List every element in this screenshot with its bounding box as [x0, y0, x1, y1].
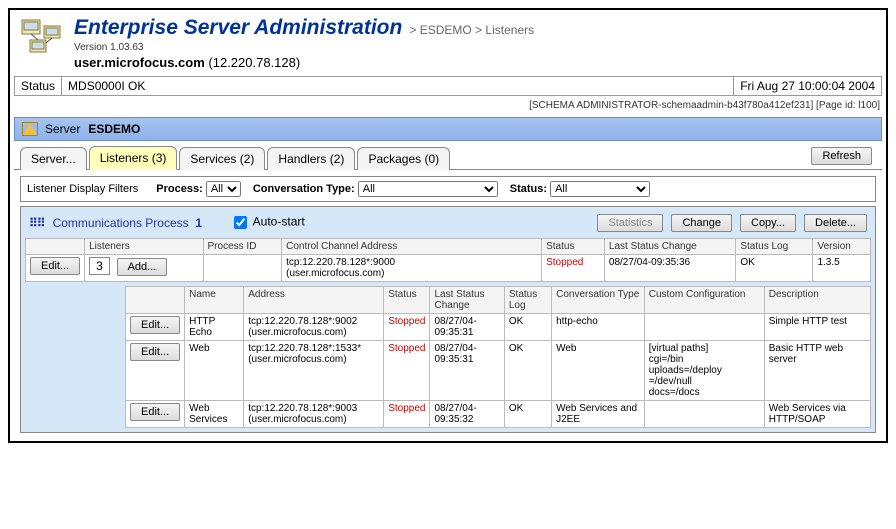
listener-slog: OK	[504, 341, 551, 401]
refresh-button[interactable]: Refresh	[811, 147, 872, 165]
warning-triangle-icon	[23, 123, 37, 135]
process-filter-select[interactable]: All	[206, 181, 241, 197]
comm-process-icon: ⠿⠿	[29, 216, 45, 230]
listener-row: Edit... Web Services tcp:12.220.78.128*:90…	[126, 401, 871, 428]
col-cca: Control Channel Address	[282, 239, 542, 255]
listener-addr1: tcp:12.220.78.128*:9003	[248, 403, 379, 414]
cca-line1: tcp:12.220.78.128*:9000	[286, 257, 537, 268]
auto-start-label: Auto-start	[253, 215, 305, 229]
page-id-info: [SCHEMA ADMINISTRATOR-schemaadmin-b43f78…	[16, 100, 880, 111]
status-filter-label: Status:	[510, 183, 547, 195]
listener-addr2: (user.microfocus.com)	[248, 354, 379, 365]
listener-name: Web Services	[185, 401, 244, 428]
listener-name: HTTP Echo	[185, 314, 244, 341]
status-value: MDS0000I OK	[62, 77, 734, 95]
icol-status: Status	[384, 287, 430, 314]
listener-addr2: (user.microfocus.com)	[248, 327, 379, 338]
listener-desc: Basic HTTP web server	[764, 341, 870, 401]
listener-name: Web	[185, 341, 244, 401]
process-filter-label: Process:	[156, 183, 202, 195]
icol-address: Address	[244, 287, 384, 314]
listener-slog: OK	[504, 314, 551, 341]
listener-status: Stopped	[388, 343, 425, 354]
host-ip: (12.220.78.128)	[208, 55, 300, 70]
version-text: Version 1.03.63	[74, 42, 534, 53]
cca-line2: (user.microfocus.com)	[286, 268, 537, 279]
edit-listener-button[interactable]: Edit...	[130, 343, 180, 361]
listener-addr1: tcp:12.220.78.128*:9002	[248, 316, 379, 327]
listener-conv: Web Services and J2EE	[552, 401, 645, 428]
col-process-id: Process ID	[203, 239, 282, 255]
col-version: Version	[813, 239, 871, 255]
comm-number: 1	[195, 216, 202, 230]
hostname: user.microfocus.com	[74, 55, 205, 70]
listener-desc: Simple HTTP test	[764, 314, 870, 341]
tab-services[interactable]: Services (2)	[179, 147, 265, 170]
edit-process-button[interactable]: Edit...	[30, 257, 80, 275]
col-status: Status	[542, 239, 605, 255]
icol-lsc: Last Status Change	[430, 287, 504, 314]
listener-cfg: [virtual paths] cgi=/bin uploads=/deploy…	[644, 341, 764, 401]
edit-listener-button[interactable]: Edit...	[130, 403, 180, 421]
status-timestamp: Fri Aug 27 10:00:04 2004	[734, 77, 881, 95]
process-id-cell	[203, 255, 282, 282]
listener-lsc: 08/27/04-09:35:31	[430, 314, 504, 341]
col-listeners: Listeners	[85, 239, 203, 255]
icol-name: Name	[185, 287, 244, 314]
tab-packages[interactable]: Packages (0)	[357, 147, 450, 170]
icol-conv: Conversation Type	[552, 287, 645, 314]
listener-conv: http-echo	[552, 314, 645, 341]
tab-server[interactable]: Server...	[20, 147, 87, 170]
listener-addr1: tcp:12.220.78.128*:1533*	[248, 343, 379, 354]
listener-count: 3	[89, 257, 110, 275]
auto-start-checkbox[interactable]	[234, 216, 247, 229]
process-status: Stopped	[546, 257, 583, 268]
listener-cfg	[644, 401, 764, 428]
process-version: 1.3.5	[813, 255, 871, 282]
comm-title: Communications Process	[53, 216, 189, 230]
breadcrumb: > ESDEMO > Listeners	[409, 23, 534, 37]
process-slog: OK	[736, 255, 813, 282]
col-lsc: Last Status Change	[604, 239, 735, 255]
status-label: Status	[15, 77, 62, 95]
listener-status: Stopped	[388, 403, 425, 414]
listener-row: Edit... Web tcp:12.220.78.128*:1533*(user.…	[126, 341, 871, 401]
server-label: Server	[45, 122, 80, 136]
process-row: Edit... 3 Add... tcp:12.220.78.128*:9000…	[26, 255, 871, 282]
edit-listener-button[interactable]: Edit...	[130, 316, 180, 334]
delete-button[interactable]: Delete...	[804, 214, 867, 232]
listener-status: Stopped	[388, 316, 425, 327]
listener-row: Edit... HTTP Echo tcp:12.220.78.128*:9002(…	[126, 314, 871, 341]
icol-slog: Status Log	[504, 287, 551, 314]
listener-conv: Web	[552, 341, 645, 401]
copy-button[interactable]: Copy...	[740, 214, 796, 232]
col-slog: Status Log	[736, 239, 813, 255]
listener-addr2: (user.microfocus.com)	[248, 414, 379, 425]
add-listener-button[interactable]: Add...	[117, 258, 168, 276]
conv-filter-label: Conversation Type:	[253, 183, 355, 195]
icol-desc: Description	[764, 287, 870, 314]
icol-cfg: Custom Configuration	[644, 287, 764, 314]
page-title: Enterprise Server Administration	[74, 16, 402, 39]
statistics-button[interactable]: Statistics	[597, 214, 663, 232]
listener-lsc: 08/27/04-09:35:32	[430, 401, 504, 428]
tab-listeners[interactable]: Listeners (3)	[89, 146, 178, 170]
conv-filter-select[interactable]: All	[358, 181, 498, 197]
listener-cfg	[644, 314, 764, 341]
change-button[interactable]: Change	[671, 214, 732, 232]
status-filter-select[interactable]: All	[550, 181, 650, 197]
process-lsc: 08/27/04-09:35:36	[604, 255, 735, 282]
listener-slog: OK	[504, 401, 551, 428]
listener-desc: Web Services via HTTP/SOAP	[764, 401, 870, 428]
server-name: ESDEMO	[88, 122, 140, 136]
app-icon	[18, 16, 66, 60]
tab-handlers[interactable]: Handlers (2)	[267, 147, 355, 170]
filter-title: Listener Display Filters	[27, 183, 138, 195]
listener-lsc: 08/27/04-09:35:31	[430, 341, 504, 401]
